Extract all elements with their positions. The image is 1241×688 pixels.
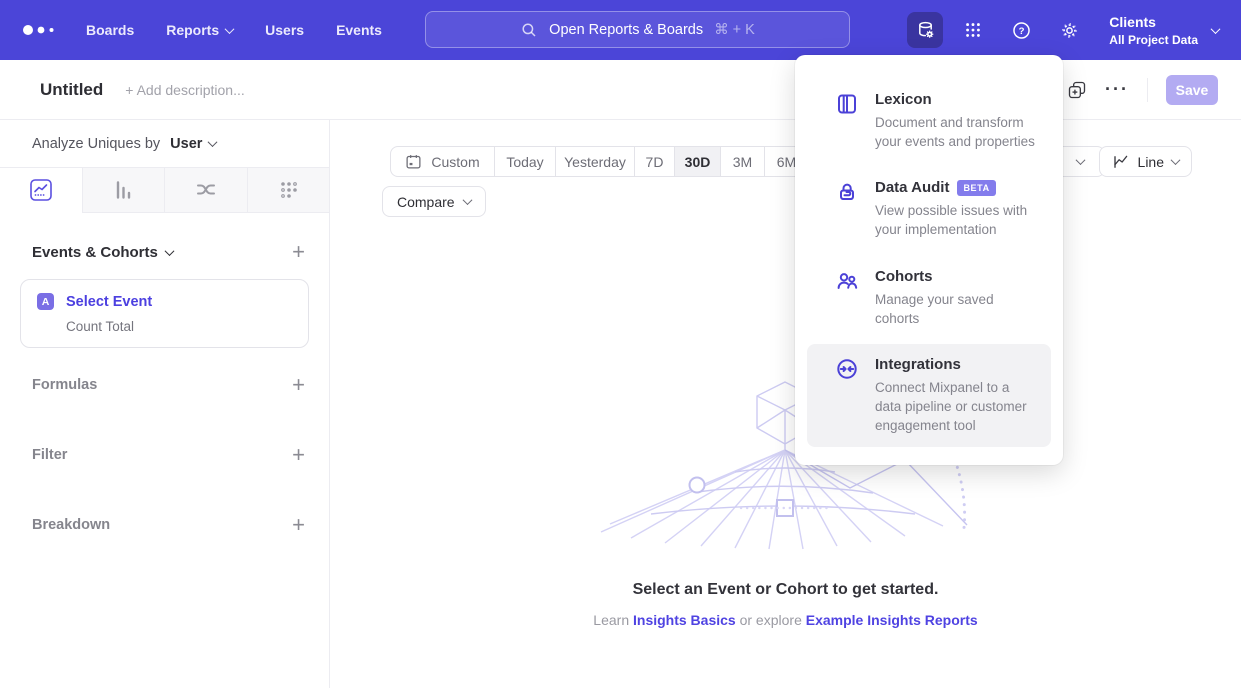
settings-gear-icon xyxy=(1059,20,1080,41)
event-row-card[interactable]: A Select Event Count Total xyxy=(20,279,309,348)
settings-button[interactable] xyxy=(1051,12,1087,48)
empty-state-links: Learn Insights Basics or explore Example… xyxy=(330,612,1241,628)
event-letter-badge: A xyxy=(37,293,54,310)
svg-text:?: ? xyxy=(1018,26,1024,37)
beta-badge: BETA xyxy=(957,180,995,196)
date-range-yesterday[interactable]: Yesterday xyxy=(555,147,634,176)
chevron-down-icon xyxy=(208,137,218,147)
add-breakdown-button[interactable]: + xyxy=(292,514,305,536)
tab-bar-chart[interactable] xyxy=(82,167,165,213)
events-cohorts-header[interactable]: Events & Cohorts + xyxy=(0,241,329,263)
tab-metric-grid[interactable] xyxy=(247,167,330,213)
project-scope: All Project Data xyxy=(1109,33,1198,47)
divider xyxy=(1147,78,1148,102)
add-event-button[interactable]: + xyxy=(292,241,305,263)
date-range-custom[interactable]: Custom xyxy=(391,147,494,176)
empty-state-title: Select an Event or Cohort to get started… xyxy=(330,581,1241,599)
save-button[interactable]: Save xyxy=(1166,75,1218,105)
chart-type-tabs xyxy=(0,167,329,213)
calendar-icon xyxy=(405,153,422,170)
duplicate-icon[interactable] xyxy=(1067,80,1087,100)
chevron-down-icon xyxy=(1211,24,1221,34)
date-range-30d[interactable]: 30D xyxy=(674,147,720,176)
nav-item-events[interactable]: Events xyxy=(336,22,382,38)
lexicon-book-icon xyxy=(835,91,859,151)
project-name: Clients xyxy=(1109,14,1198,30)
bar-chart-icon xyxy=(111,178,135,202)
search-icon xyxy=(520,21,538,39)
data-audit-lock-icon xyxy=(835,179,859,239)
cohorts-people-icon xyxy=(835,268,859,328)
menu-item-data-audit[interactable]: Data Audit BETA View possible issues wit… xyxy=(807,167,1051,251)
nav-item-boards[interactable]: Boards xyxy=(86,22,134,38)
flow-chart-icon xyxy=(194,178,218,202)
apps-grid-icon xyxy=(963,20,983,40)
nav-item-reports[interactable]: Reports xyxy=(166,22,233,38)
metric-grid-icon xyxy=(276,178,300,202)
add-filter-button[interactable]: + xyxy=(292,444,305,466)
data-management-icon xyxy=(915,20,936,41)
date-range-3m[interactable]: 3M xyxy=(720,147,764,176)
search-shortcut: ⌘ + K xyxy=(714,22,755,38)
chart-type-dropdown[interactable]: Line xyxy=(1099,146,1192,177)
insights-basics-link[interactable]: Insights Basics xyxy=(633,612,736,628)
breakdown-section: Breakdown + xyxy=(0,505,329,545)
line-chart-icon xyxy=(1112,153,1130,171)
date-range-today[interactable]: Today xyxy=(494,147,555,176)
search-placeholder: Open Reports & Boards xyxy=(549,22,703,38)
menu-item-integrations[interactable]: Integrations Connect Mixpanel to a data … xyxy=(807,344,1051,447)
data-management-menu: Lexicon Document and transform your even… xyxy=(795,55,1063,465)
data-management-button[interactable] xyxy=(907,12,943,48)
project-selector[interactable]: Clients All Project Data xyxy=(1109,14,1219,47)
more-options-button[interactable]: ··· xyxy=(1105,79,1129,100)
tab-line-chart[interactable] xyxy=(0,167,82,213)
chevron-down-icon xyxy=(225,24,235,34)
integrations-sync-icon xyxy=(835,356,859,435)
chevron-down-icon xyxy=(1171,155,1181,165)
top-nav: Boards Reports Users Events Open Reports… xyxy=(0,0,1241,60)
formulas-section: Formulas + xyxy=(0,365,329,405)
event-count-type[interactable]: Count Total xyxy=(66,319,292,334)
analyze-row: Analyze Uniques by User xyxy=(0,120,329,167)
menu-item-lexicon[interactable]: Lexicon Document and transform your even… xyxy=(807,79,1051,163)
date-range-7d[interactable]: 7D xyxy=(634,147,674,176)
chevron-down-icon xyxy=(164,246,174,256)
global-search-input[interactable]: Open Reports & Boards ⌘ + K xyxy=(425,11,850,48)
chevron-down-icon xyxy=(1076,155,1086,165)
mixpanel-logo-icon[interactable] xyxy=(20,22,58,38)
help-button[interactable]: ? xyxy=(1003,12,1039,48)
report-title[interactable]: Untitled xyxy=(40,80,103,100)
add-formula-button[interactable]: + xyxy=(292,374,305,396)
tab-flow-chart[interactable] xyxy=(164,167,247,213)
help-icon: ? xyxy=(1011,20,1032,41)
nav-right-cluster: ? Clients All Project Data xyxy=(907,0,1219,60)
date-range-more-dropdown[interactable] xyxy=(1056,147,1104,176)
chart-main-area: Custom Today Yesterday 7D 30D 3M 6M Comp… xyxy=(330,120,1241,688)
line-chart-icon xyxy=(29,178,53,202)
apps-grid-button[interactable] xyxy=(955,12,991,48)
nav-item-users[interactable]: Users xyxy=(265,22,304,38)
menu-item-cohorts[interactable]: Cohorts Manage your saved cohorts xyxy=(807,256,1051,340)
compare-dropdown[interactable]: Compare xyxy=(382,186,486,217)
query-sidebar: Analyze Uniques by User xyxy=(0,120,330,688)
analyze-label: Analyze Uniques by xyxy=(32,136,160,152)
select-event-button[interactable]: Select Event xyxy=(66,294,152,310)
analyze-by-dropdown[interactable]: User xyxy=(170,136,216,152)
example-insights-reports-link[interactable]: Example Insights Reports xyxy=(806,612,978,628)
filter-section: Filter + xyxy=(0,435,329,475)
nav-menu: Boards Reports Users Events xyxy=(86,22,382,38)
chevron-down-icon xyxy=(462,195,472,205)
add-description-field[interactable]: + Add description... xyxy=(125,82,244,98)
report-actions: ··· Save xyxy=(1067,75,1218,105)
